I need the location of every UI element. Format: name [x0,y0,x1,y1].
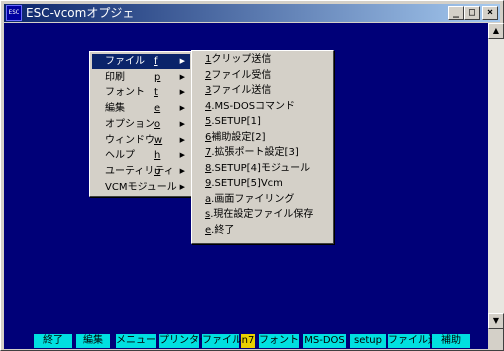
menu-item-label: 印刷 [105,71,125,83]
submenu-item-label: .画面ファイリング [211,193,295,205]
app-icon[interactable]: ESC [6,5,22,21]
submenu-item[interactable]: 3ファイル送信 [205,83,271,98]
title-bar[interactable]: ESC ESC-vcomオプジェ _ □ × [4,4,500,22]
submenu-arrow-icon: ▶ [179,135,185,144]
menu-item-accelerator: f [154,56,158,67]
menu-item[interactable]: 編集 e ▶ [92,101,190,116]
submenu-item[interactable]: 8.SETUP[4]モジュール [205,161,310,176]
function-key-button[interactable]: 補助 [432,334,470,348]
submenu-item-label: .SETUP[5]Vcm [211,178,283,189]
submenu-item[interactable]: a.画面ファイリング [205,192,294,207]
function-key-button[interactable]: n7 [241,334,255,348]
function-key-button[interactable]: ファイル受 [202,334,252,348]
scroll-up-icon[interactable]: ▲ [488,23,504,39]
menu-item-accelerator: o [154,118,161,130]
menu-item-accelerator: e [154,103,161,115]
file-submenu: 1クリップ送信 2ファイル受信 3ファイル送信 4.MS-DOSコマンド 5.SETUP… [191,50,334,244]
submenu-item[interactable]: 2ファイル受信 [205,68,271,83]
submenu-item-label: クリップ送信 [211,54,272,65]
function-key-button[interactable]: メニュー [116,334,156,348]
function-key-button[interactable]: MS-DOS [303,334,346,348]
submenu-arrow-icon: ▶ [179,88,185,97]
menu-item[interactable]: ユーティリティ u ▶ [92,164,190,179]
menu-item-accelerator: p [154,71,161,83]
submenu-item[interactable]: s.現在設定ファイル保存 [205,207,313,222]
submenu-item[interactable]: e.終了 [205,223,234,238]
window-title: ESC-vcomオプジェ [26,6,135,20]
submenu-item[interactable]: 5.SETUP[1] [205,114,261,129]
submenu-arrow-icon: ▶ [179,119,185,128]
function-key-button[interactable]: プリンター [159,334,209,348]
menu-item-label: ユーティリティ [105,165,174,177]
submenu-arrow-icon: ▶ [179,166,185,175]
menu-item-label: VCMモジュール [105,181,177,193]
menu-item-accelerator: w [154,134,163,146]
submenu-item-label: .現在設定ファイル保存 [210,209,314,220]
submenu-item-label: .終了 [211,224,235,236]
menu-item-label: オプション [105,118,155,130]
submenu-item-label: .MS-DOSコマンド [211,100,296,112]
maximize-button[interactable]: □ [464,6,480,20]
function-key-button[interactable]: 終了 [34,334,72,348]
submenu-item-label: ファイル受信 [211,69,272,81]
function-key-button[interactable]: 編集 [76,334,110,348]
menu-item-label: フォント [105,87,145,99]
function-key-button[interactable]: ファイル送 [388,334,438,348]
function-key-button[interactable]: setup [350,334,386,348]
menu-item[interactable]: VCMモジュール ▶ [92,180,190,195]
menu-item[interactable]: ファイル f ▶ [92,54,190,69]
menu-item-accelerator: t [154,87,158,99]
function-key-bar: 終了 編集 メニュー プリンター ファイル受 n7 フォント MS-DOS setup ファイル送… [4,329,488,349]
submenu-item[interactable]: 6補助設定[2] [205,130,266,145]
submenu-item[interactable]: 4.MS-DOSコマンド [205,99,295,114]
menu-item-label: ウィンドウ [105,134,155,146]
submenu-arrow-icon: ▶ [179,72,185,81]
app-window: ESC ESC-vcomオプジェ _ □ × ▲ ▼ 終了 編集 メニュー プリンター… [0,0,504,351]
submenu-item[interactable]: 1クリップ送信 [205,52,271,67]
submenu-item-label: .SETUP[4]モジュール [211,162,311,174]
menu-item-accelerator: u [154,165,161,177]
submenu-arrow-icon: ▶ [179,182,185,191]
scroll-down-icon[interactable]: ▼ [488,313,504,329]
menu-item[interactable]: 印刷 p ▶ [92,70,190,85]
menu-item-label: 編集 [105,103,125,115]
submenu-item-label: 補助設定[2] [211,131,266,143]
menu-item[interactable]: ウィンドウ w ▶ [92,133,190,148]
menu-item[interactable]: ヘルプ h ▶ [92,148,190,163]
submenu-item-label: .SETUP[1] [211,116,261,127]
menu-item-label: ヘルプ [105,150,135,162]
submenu-item[interactable]: 9.SETUP[5]Vcm [205,176,283,191]
submenu-arrow-icon: ▶ [179,57,185,65]
menu-item[interactable]: オプション o ▶ [92,117,190,132]
function-key-button[interactable]: フォント [259,334,299,348]
submenu-arrow-icon: ▶ [179,151,185,160]
submenu-item-label: ファイル送信 [211,85,272,96]
minimize-button[interactable]: _ [448,6,464,20]
menu-item[interactable]: フォント t ▶ [92,85,190,100]
submenu-arrow-icon: ▶ [179,104,185,113]
menu-item-accelerator: h [154,150,161,162]
vertical-scrollbar[interactable]: ▲ ▼ [488,23,504,329]
close-button[interactable]: × [482,6,498,20]
main-menu: ファイル f ▶ 印刷 p ▶ フォント t ▶ 編集 e ▶ オプション o ▶ ウィンドウ w ▶ ヘルプ h ▶ ユ… [89,51,193,197]
menu-item-label: ファイル [105,56,145,67]
submenu-item[interactable]: 7.拡張ポート設定[3] [205,145,299,160]
submenu-item-label: .拡張ポート設定[3] [211,147,299,158]
